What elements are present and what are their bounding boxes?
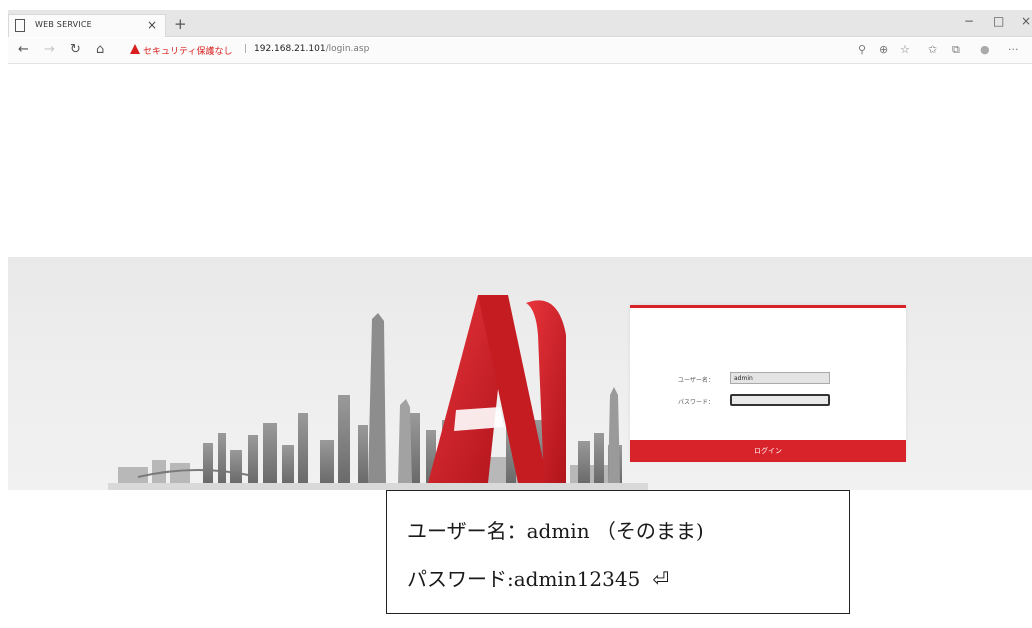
refresh-icon[interactable]: ↻ bbox=[70, 42, 81, 57]
maximize-icon[interactable]: □ bbox=[993, 14, 1004, 28]
note-password-row: パスワード:admin12345 ⏎ bbox=[407, 563, 669, 592]
url-host: 192.168.21.101 bbox=[254, 44, 326, 54]
city-skyline-logo-image bbox=[108, 295, 648, 490]
password-field[interactable] bbox=[730, 394, 830, 406]
browser-toolbar: ← → ↻ ⌂ セキュリティ保護なし | 192.168.21.101/logi… bbox=[8, 38, 1032, 64]
forward-icon[interactable]: → bbox=[44, 42, 55, 57]
search-icon[interactable]: ⚲ bbox=[858, 43, 866, 56]
tab-title: WEB SERVICE bbox=[35, 20, 92, 29]
username-field[interactable]: admin bbox=[730, 372, 830, 384]
username-label: ユーザー名： bbox=[678, 377, 714, 384]
return-icon: ⏎ bbox=[652, 567, 670, 591]
favorites-bar-icon[interactable]: ✩ bbox=[928, 43, 937, 56]
address-bar[interactable]: 192.168.21.101/login.asp bbox=[254, 44, 369, 54]
address-separator: | bbox=[244, 44, 248, 54]
home-icon[interactable]: ⌂ bbox=[96, 42, 104, 57]
url-path: /login.asp bbox=[325, 44, 370, 54]
back-icon[interactable]: ← bbox=[18, 42, 29, 57]
collections-icon[interactable]: ⧉ bbox=[952, 43, 960, 57]
screenshot: WEB SERVICE × + − □ × ← → ↻ ⌂ セキュリティ保護なし… bbox=[0, 0, 1032, 628]
warning-icon[interactable] bbox=[130, 44, 140, 54]
page-icon bbox=[15, 19, 25, 32]
login-button[interactable]: ログイン bbox=[630, 440, 906, 462]
more-menu-icon[interactable]: ··· bbox=[1008, 43, 1019, 56]
credentials-note: ユーザー名：admin （そのまま) パスワード:admin12345 ⏎ bbox=[386, 490, 850, 614]
browser-tab[interactable]: WEB SERVICE × bbox=[8, 14, 166, 37]
zoom-icon[interactable]: ⊕ bbox=[879, 43, 888, 56]
minimize-icon[interactable]: − bbox=[964, 14, 974, 28]
close-window-icon[interactable]: × bbox=[1021, 14, 1031, 28]
login-banner: ユーザー名： admin パスワード： ログイン bbox=[8, 257, 1032, 490]
note-password-line: パスワード:admin12345 bbox=[407, 567, 641, 591]
password-label: パスワード： bbox=[678, 399, 715, 406]
note-username-line: ユーザー名：admin （そのまま) bbox=[407, 519, 704, 543]
security-status[interactable]: セキュリティ保護なし bbox=[143, 44, 232, 57]
browser-tab-bar: WEB SERVICE × + − □ × bbox=[8, 10, 1032, 37]
profile-icon[interactable]: ● bbox=[980, 43, 990, 56]
tab-close-icon[interactable]: × bbox=[147, 18, 157, 32]
favorite-star-icon[interactable]: ☆ bbox=[900, 43, 910, 56]
login-card: ユーザー名： admin パスワード： ログイン bbox=[630, 305, 906, 462]
new-tab-icon[interactable]: + bbox=[174, 15, 187, 33]
